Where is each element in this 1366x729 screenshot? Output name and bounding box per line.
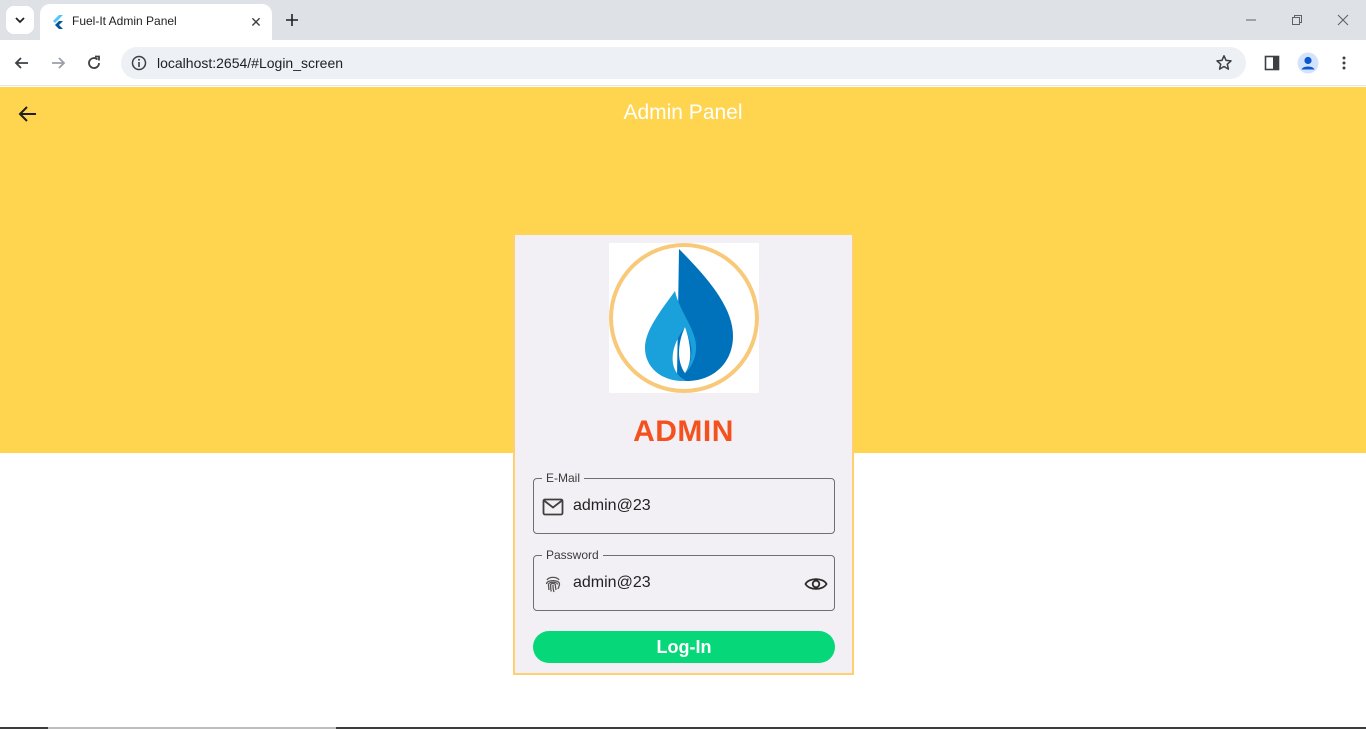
password-field-label: Password — [542, 548, 603, 562]
password-input[interactable]: admin@23 — [573, 573, 651, 593]
side-panel-icon — [1264, 55, 1280, 71]
restore-icon — [1292, 15, 1302, 25]
login-card: ADMIN E-Mail admin@23 Password admin@23 — [513, 235, 854, 675]
new-tab-button[interactable] — [280, 8, 304, 32]
plus-icon — [286, 14, 298, 26]
tab-title: Fuel-It Admin Panel — [72, 14, 177, 28]
fuel-drop-logo-icon — [609, 243, 759, 393]
tab-strip: Fuel-It Admin Panel ✕ — [0, 0, 1366, 40]
password-field[interactable]: Password admin@23 — [533, 548, 835, 611]
side-panel-button[interactable] — [1258, 49, 1286, 77]
app-viewport: Admin Panel ADMIN E-Mail admin@23 Passwo… — [0, 87, 1366, 729]
arrow-left-icon — [14, 57, 28, 69]
tab-search-button[interactable] — [6, 6, 34, 34]
login-button[interactable]: Log-In — [533, 631, 835, 663]
fuel-logo — [609, 243, 759, 393]
site-info-icon[interactable] — [129, 53, 149, 73]
fingerprint-icon — [542, 573, 564, 595]
more-vertical-icon — [1342, 56, 1346, 70]
bookmark-star-icon[interactable] — [1214, 53, 1234, 73]
mail-icon — [542, 496, 564, 518]
email-field-label: E-Mail — [542, 471, 585, 485]
back-button[interactable] — [8, 49, 36, 77]
forward-button[interactable] — [44, 49, 72, 77]
browser-tab[interactable]: Fuel-It Admin Panel ✕ — [40, 4, 272, 40]
profile-button[interactable] — [1294, 49, 1322, 77]
address-bar[interactable]: localhost:2654/#Login_screen — [121, 47, 1246, 79]
close-window-button[interactable] — [1328, 6, 1358, 34]
email-field[interactable]: E-Mail admin@23 — [533, 471, 835, 534]
close-tab-icon[interactable]: ✕ — [246, 12, 266, 32]
chevron-down-icon — [15, 17, 25, 24]
email-input[interactable]: admin@23 — [573, 496, 651, 516]
browser-toolbar: localhost:2654/#Login_screen — [0, 40, 1366, 86]
close-icon — [1337, 14, 1349, 26]
minimize-button[interactable] — [1236, 6, 1266, 34]
menu-button[interactable] — [1330, 49, 1358, 77]
flutter-icon — [53, 15, 63, 29]
avatar-icon — [1297, 52, 1319, 74]
admin-heading: ADMIN — [633, 415, 734, 448]
page-title: Admin Panel — [623, 101, 743, 124]
reload-button[interactable] — [80, 49, 108, 77]
reload-icon — [88, 55, 100, 69]
arrow-right-icon — [52, 57, 66, 69]
minimize-icon — [1246, 19, 1256, 21]
restore-button[interactable] — [1282, 6, 1312, 34]
url-text[interactable]: localhost:2654/#Login_screen — [157, 55, 343, 71]
eye-icon[interactable] — [804, 572, 828, 596]
